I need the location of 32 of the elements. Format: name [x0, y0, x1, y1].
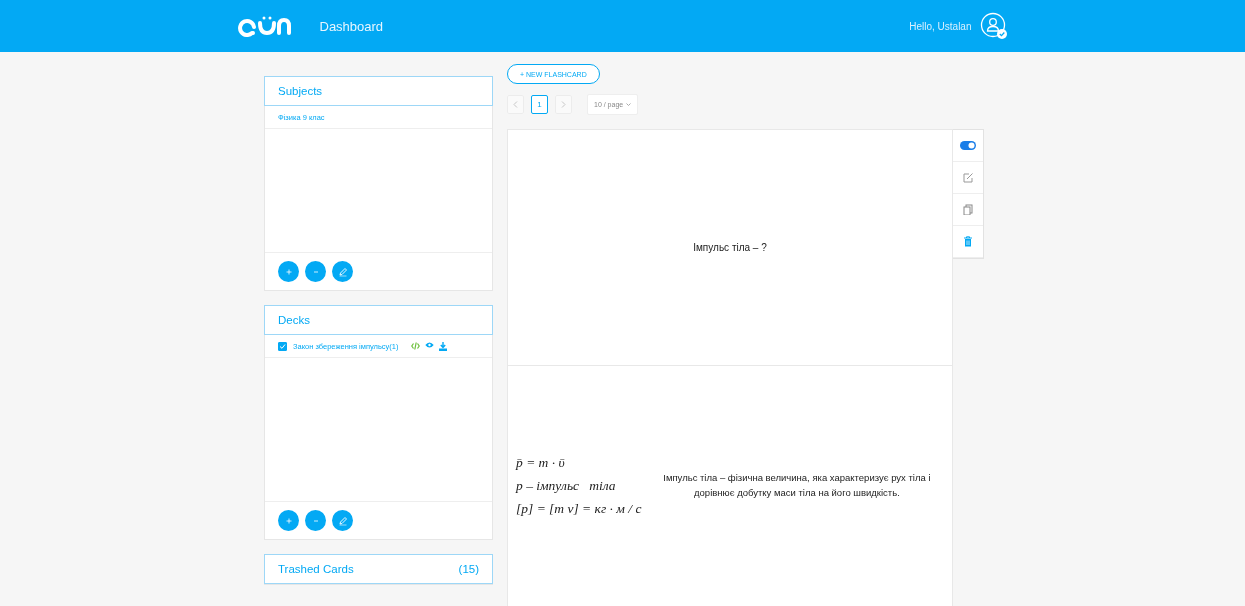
- remove-button[interactable]: [305, 510, 326, 531]
- copy-icon[interactable]: [963, 204, 973, 215]
- card-front-text: Імпульс тіла – ?: [508, 130, 952, 366]
- edit-button[interactable]: [332, 510, 353, 531]
- trash-icon[interactable]: [963, 236, 973, 247]
- panel-title: Subjects: [278, 85, 323, 97]
- chevron-left-icon: [513, 101, 518, 108]
- toggle-switch[interactable]: [960, 141, 976, 150]
- download-icon[interactable]: [438, 341, 447, 351]
- avatar-icon[interactable]: [979, 12, 1008, 40]
- add-button[interactable]: [278, 261, 299, 282]
- remove-button[interactable]: [305, 261, 326, 282]
- pencil-icon: [336, 514, 349, 527]
- pencil-icon: [336, 265, 349, 278]
- formula-line: p̄ = m · ῡ: [516, 455, 566, 471]
- caret-icon: [626, 103, 632, 106]
- formula-line: p – імпульс тіла: [516, 478, 617, 494]
- code-icon[interactable]: [410, 341, 420, 350]
- edit-button[interactable]: [332, 261, 353, 282]
- add-button[interactable]: [278, 510, 299, 531]
- page-button[interactable]: 1: [531, 95, 548, 114]
- card-back-text: Імпульс тіла – фізична величина, яка характеризує рух тіла і дорівнює добутку маси тіла на його швидкість.: [662, 471, 932, 500]
- panel-title: Trashed Cards: [278, 563, 354, 575]
- greeting-text: Hello, Ustalan: [909, 20, 972, 32]
- eye-icon[interactable]: [424, 341, 434, 348]
- nav-link[interactable]: Dashboard: [319, 18, 384, 34]
- formula-line: [p] = [m v] = кг · м / с: [516, 501, 642, 517]
- chevron-right-icon: [561, 101, 566, 108]
- trash-count: (15): [458, 563, 479, 575]
- edit-icon[interactable]: [963, 172, 973, 183]
- panel-title: Decks: [278, 314, 310, 326]
- deck-checkbox[interactable]: [278, 341, 287, 351]
